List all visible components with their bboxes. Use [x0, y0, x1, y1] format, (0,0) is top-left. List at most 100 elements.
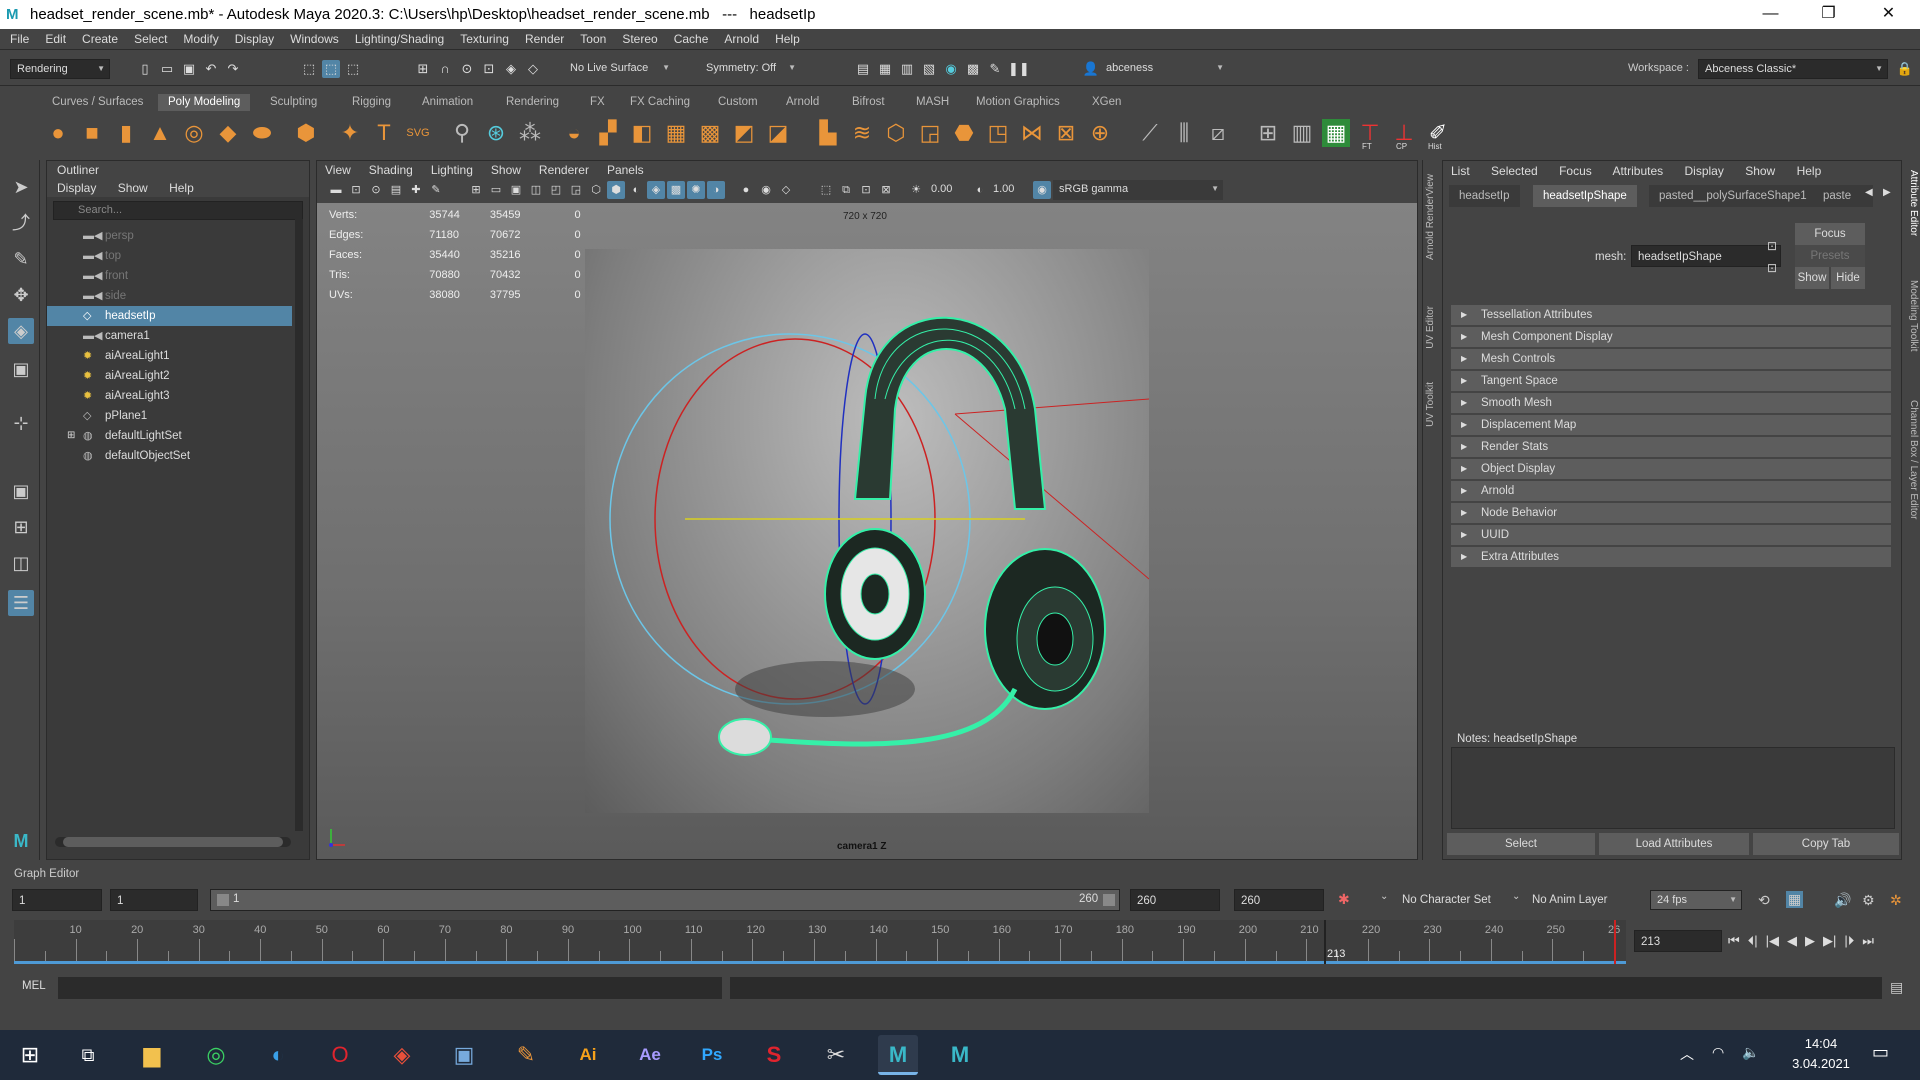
snap-point-icon[interactable]: ⊙: [458, 60, 476, 78]
select-tool-icon[interactable]: ➤: [8, 174, 34, 200]
shelf-tab-poly-modeling[interactable]: Poly Modeling: [158, 94, 251, 111]
anim-layer-dropdown[interactable]: No Anim Layer: [1532, 894, 1607, 906]
select-object-icon[interactable]: ⬚: [322, 60, 340, 78]
shelf-tab-motion-graphics[interactable]: Motion Graphics: [966, 94, 1070, 111]
new-scene-icon[interactable]: ▯: [136, 60, 154, 78]
render-setup-icon[interactable]: ▩: [964, 60, 982, 78]
go-to-end-icon[interactable]: ⏭: [1862, 933, 1874, 949]
section-render-stats[interactable]: Render Stats: [1451, 437, 1891, 457]
image-plane-icon[interactable]: ▤: [387, 181, 405, 199]
smooth-shade-icon[interactable]: ⬢: [607, 181, 625, 199]
menu-help[interactable]: Help: [767, 32, 808, 46]
loop-icon[interactable]: ⟲: [1758, 892, 1770, 909]
two-view-icon[interactable]: ◫: [8, 550, 34, 576]
outliner-vscrollbar[interactable]: [295, 219, 303, 831]
attr-tab-pasted-polysurfaceshape1[interactable]: pasted__polySurfaceShape1: [1649, 185, 1817, 207]
section-object-display[interactable]: Object Display: [1451, 459, 1891, 479]
outliner-item-side[interactable]: ▬◀ side: [47, 286, 292, 306]
color-management-icon[interactable]: ◉: [1033, 181, 1051, 199]
exposure-icon[interactable]: ☀: [907, 181, 925, 199]
tab-scroll-left-icon[interactable]: ◀: [1865, 187, 1873, 198]
tab-uv-editor[interactable]: UV Editor: [1425, 306, 1436, 349]
outliner-item-aiarealight2[interactable]: ✹ aiAreaLight2: [47, 366, 292, 386]
slide-edge-icon[interactable]: ⧄: [1204, 119, 1232, 147]
cache-playback-icon[interactable]: ▦: [1786, 891, 1804, 908]
poly-cylinder-icon[interactable]: ▮: [112, 119, 140, 147]
film-gate-icon[interactable]: ▭: [487, 181, 505, 199]
save-scene-icon[interactable]: ▣: [180, 60, 198, 78]
outliner-item-camera1[interactable]: ▬◀ camera1: [47, 326, 292, 346]
task-view-icon[interactable]: ⧉: [68, 1035, 108, 1075]
attr-menu-attributes[interactable]: Attributes: [1612, 164, 1663, 178]
poly-plane-icon[interactable]: ◆: [214, 119, 242, 147]
colorspace-dropdown[interactable]: sRGB gamma: [1053, 180, 1223, 200]
reduce-icon[interactable]: ◪: [764, 119, 792, 147]
step-back-frame-icon[interactable]: |◀: [1766, 933, 1779, 949]
app-icon[interactable]: ▣: [444, 1035, 484, 1075]
viewport-menu-panels[interactable]: Panels: [607, 161, 644, 179]
attr-tab-paste[interactable]: paste: [1813, 185, 1873, 207]
section-tessellation-attributes[interactable]: Tessellation Attributes: [1451, 305, 1891, 325]
step-forward-key-icon[interactable]: |⏵: [1844, 933, 1854, 949]
current-frame-marker[interactable]: [1324, 920, 1326, 964]
attr-menu-display[interactable]: Display: [1684, 164, 1723, 178]
textured-icon[interactable]: ▩: [667, 181, 685, 199]
go-to-output-icon[interactable]: ⊡: [1767, 261, 1777, 275]
tab-uv-toolkit[interactable]: UV Toolkit: [1425, 382, 1436, 427]
scale-tool-icon[interactable]: ▣: [8, 356, 34, 382]
character-set-dropdown[interactable]: No Character Set: [1402, 894, 1491, 906]
tab-attribute-editor[interactable]: Attribute Editor: [1905, 170, 1919, 236]
symmetry-dropdown[interactable]: Symmetry: Off: [700, 59, 800, 79]
whatsapp-icon[interactable]: ◎: [196, 1035, 236, 1075]
fps-dropdown[interactable]: 24 fps: [1650, 890, 1742, 910]
lasso-tool-icon[interactable]: ⤴: [8, 210, 34, 236]
sculpt-icon[interactable]: ⚲: [448, 119, 476, 147]
show-button[interactable]: Show: [1795, 267, 1829, 289]
menu-lighting-shading[interactable]: Lighting/Shading: [347, 32, 452, 46]
ambient-occlusion-icon[interactable]: ●: [737, 181, 755, 199]
section-displacement-map[interactable]: Displacement Map: [1451, 415, 1891, 435]
snap-view-icon[interactable]: ⊡: [480, 60, 498, 78]
render-settings-icon[interactable]: ▧: [920, 60, 938, 78]
hypershade-icon[interactable]: ◉: [942, 60, 960, 78]
open-scene-icon[interactable]: ▭: [158, 60, 176, 78]
snap-curve-icon[interactable]: ∩: [436, 60, 454, 78]
outliner-menu-display[interactable]: Display: [57, 181, 96, 195]
mesh-name-field[interactable]: headsetIpShape: [1631, 245, 1781, 267]
menu-display[interactable]: Display: [227, 32, 282, 46]
target-weld-icon[interactable]: ⊠: [1052, 119, 1080, 147]
shelf-tab-sculpting[interactable]: Sculpting: [260, 94, 327, 111]
outliner-hscrollbar[interactable]: [55, 837, 291, 847]
restore-icon[interactable]: ❐: [1800, 0, 1857, 29]
undo-icon[interactable]: ↶: [202, 60, 220, 78]
zbrush-icon[interactable]: ✂: [816, 1035, 856, 1075]
tab-modeling-toolkit[interactable]: Modeling Toolkit: [1905, 280, 1919, 352]
clock-time[interactable]: 14:04: [1786, 1036, 1856, 1051]
shelf-tab-curves-surfaces[interactable]: Curves / Surfaces: [42, 94, 153, 111]
file-explorer-icon[interactable]: ▆: [132, 1035, 172, 1075]
menuset-dropdown[interactable]: Rendering: [10, 59, 110, 79]
outliner-item-aiarealight3[interactable]: ✹ aiAreaLight3: [47, 386, 292, 406]
camera-select-icon[interactable]: ▬: [327, 181, 345, 199]
opera-icon[interactable]: O: [320, 1035, 360, 1075]
shelf-tab-custom[interactable]: Custom: [708, 94, 768, 111]
extrude-icon[interactable]: ▙: [814, 119, 842, 147]
anim-layer-icon[interactable]: ⌄: [1512, 891, 1520, 902]
live-surface-field[interactable]: No Live Surface: [564, 59, 674, 79]
mel-input[interactable]: [58, 977, 722, 999]
expand-icon[interactable]: ⊞: [67, 426, 75, 446]
menu-windows[interactable]: Windows: [282, 32, 347, 46]
wireframe-icon[interactable]: ⬡: [587, 181, 605, 199]
range-end-handle[interactable]: [1103, 894, 1115, 906]
tab-arnold-renderview[interactable]: Arnold RenderView: [1425, 174, 1436, 260]
viewport-menu-view[interactable]: View: [325, 161, 351, 179]
combine-icon[interactable]: ◒: [560, 119, 588, 147]
outliner-item-defaultobjectset[interactable]: ◍ defaultObjectSet: [47, 446, 292, 466]
maya-task-icon[interactable]: M: [878, 1035, 918, 1075]
connect-icon[interactable]: ⊕: [1086, 119, 1114, 147]
range-start-handle[interactable]: [217, 894, 229, 906]
sound-icon[interactable]: 🔊: [1834, 892, 1851, 909]
section-node-behavior[interactable]: Node Behavior: [1451, 503, 1891, 523]
ipr-render-icon[interactable]: ▥: [898, 60, 916, 78]
exposure-value[interactable]: 0.00: [931, 179, 952, 200]
